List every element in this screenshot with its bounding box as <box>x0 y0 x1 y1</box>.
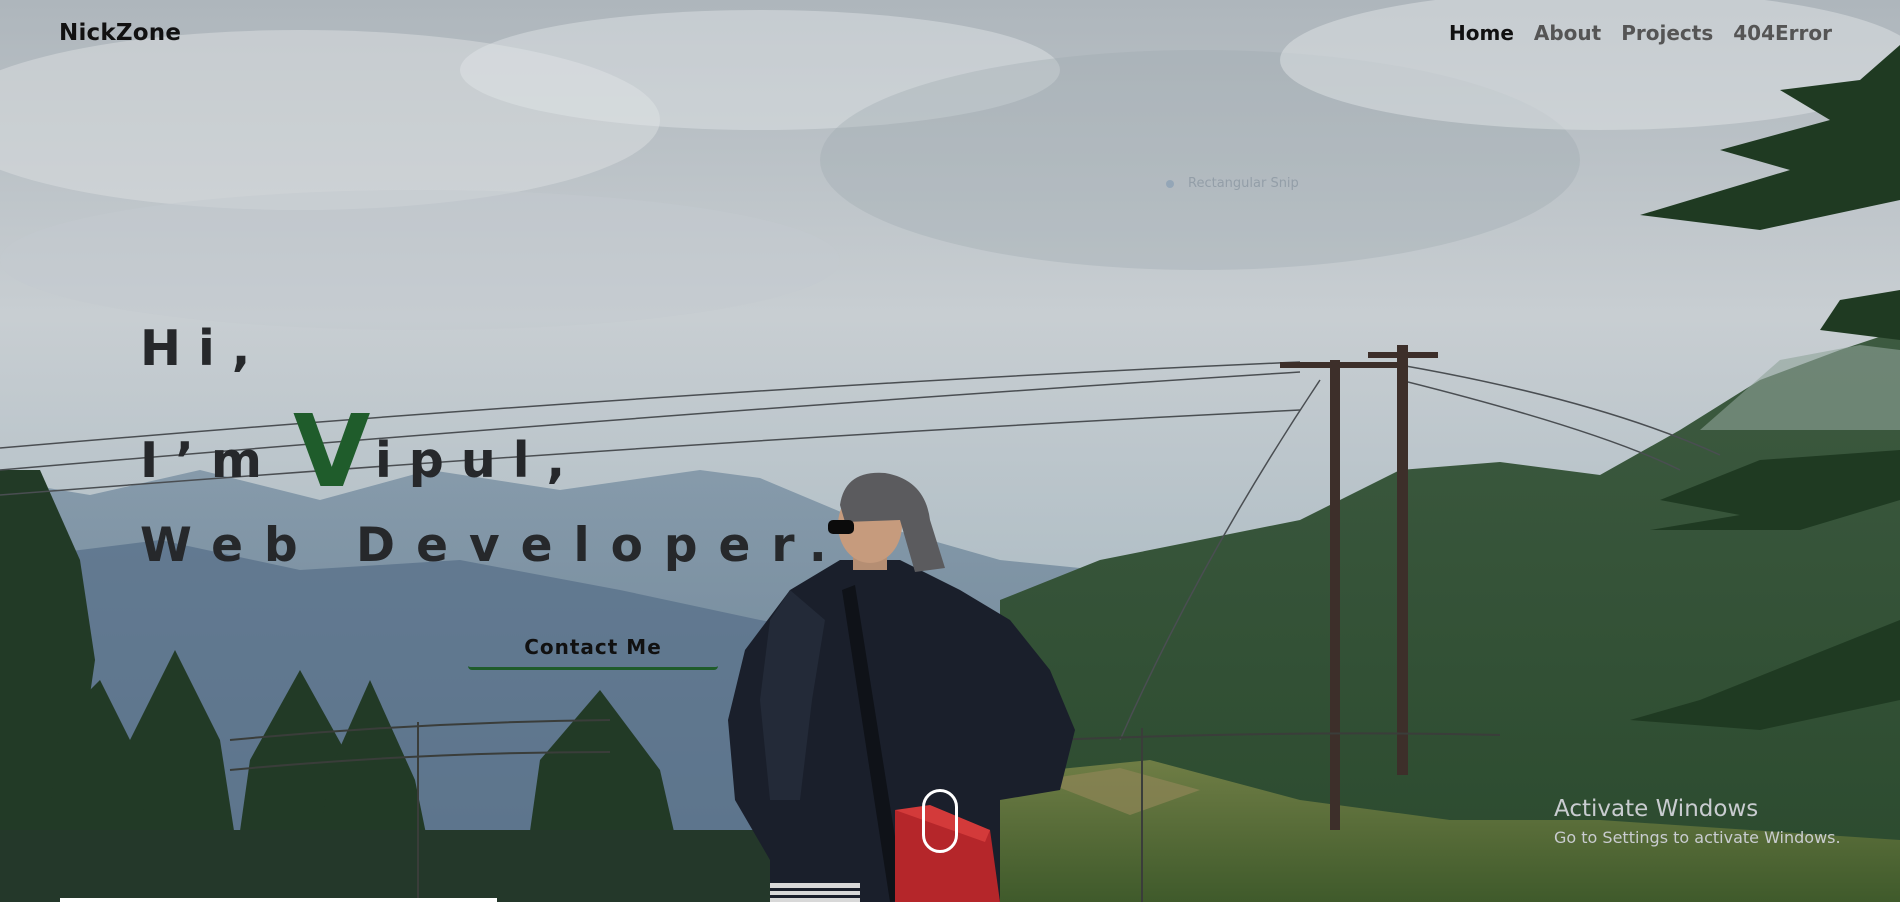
brand-logo-link[interactable]: NickZone <box>59 20 181 46</box>
nav-link-home[interactable]: Home <box>1449 21 1514 45</box>
nav-link-projects[interactable]: Projects <box>1621 21 1713 45</box>
nav-link-404error[interactable]: 404Error <box>1733 21 1832 45</box>
hero-name-initial: V <box>293 393 371 510</box>
hero-role: Web Developer. <box>140 518 848 573</box>
landscape-illustration <box>0 0 1900 902</box>
hero-greeting: Hi, <box>140 320 268 377</box>
watermark-subtitle: Go to Settings to activate Windows. <box>1554 828 1841 847</box>
scroll-down-indicator[interactable] <box>922 789 958 853</box>
snip-hint-label: Rectangular Snip <box>1188 176 1299 191</box>
contact-me-button[interactable]: Contact Me <box>468 626 718 670</box>
hero-background-photo <box>0 0 1900 902</box>
windows-activation-watermark: Activate Windows Go to Settings to activ… <box>1554 796 1841 847</box>
hero-name-rest: ipul, <box>375 432 583 489</box>
hero-name-prefix: I’m <box>140 432 279 489</box>
snip-dot-icon <box>1166 179 1174 188</box>
snip-tool-hint: Rectangular Snip <box>1166 176 1299 191</box>
watermark-title: Activate Windows <box>1554 796 1759 822</box>
scroll-progress-bar <box>60 898 497 902</box>
main-nav: Home About Projects 404Error <box>1449 21 1832 45</box>
nav-link-about[interactable]: About <box>1534 21 1601 45</box>
